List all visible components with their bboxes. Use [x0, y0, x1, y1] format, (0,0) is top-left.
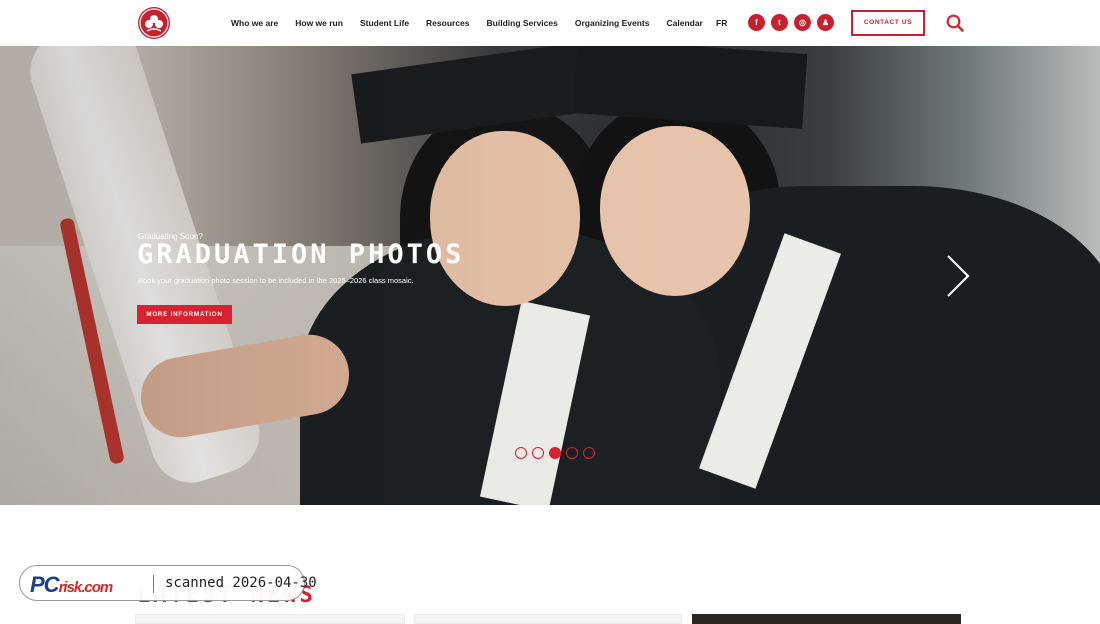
site-header: Who we are How we run Student Life Resou… — [0, 0, 1100, 46]
scan-watermark: PCrisk.com scanned 2026-04-30 — [19, 565, 317, 601]
slider-dot-1[interactable] — [515, 447, 527, 459]
twitter-icon[interactable]: t — [771, 14, 788, 31]
hero-slider: Graduating Soon? GRADUATION PHOTOS Book … — [0, 46, 1100, 505]
pcrisk-logo: PCrisk.com — [30, 572, 113, 597]
nav-item-student-life[interactable]: Student Life — [360, 18, 409, 30]
nav-item-resources[interactable]: Resources — [426, 18, 469, 30]
news-card-1[interactable] — [135, 614, 405, 624]
nav-item-organizing-events[interactable]: Organizing Events — [575, 18, 650, 30]
nav-item-how-we-run[interactable]: How we run — [295, 18, 343, 30]
slider-dot-4[interactable] — [566, 447, 578, 459]
language-switch[interactable]: FR — [716, 18, 727, 28]
news-card-3[interactable] — [692, 614, 961, 624]
facebook-icon[interactable]: f — [748, 14, 765, 31]
news-card-2[interactable] — [414, 614, 682, 624]
watermark-scan-date: scanned 2026-04-30 — [165, 575, 317, 591]
instagram-icon[interactable]: ◎ — [794, 14, 811, 31]
slider-dot-3[interactable] — [549, 447, 561, 459]
main-nav: Who we are How we run Student Life Resou… — [231, 18, 720, 30]
snapchat-icon[interactable]: ♟ — [817, 14, 834, 31]
slider-dot-2[interactable] — [532, 447, 544, 459]
search-icon[interactable] — [946, 14, 964, 32]
chevron-right-icon[interactable] — [944, 254, 972, 298]
watermark-divider — [153, 575, 154, 593]
logo-mark-icon — [139, 8, 169, 38]
slider-dot-5[interactable] — [583, 447, 595, 459]
slider-pagination — [515, 447, 595, 459]
more-information-button[interactable]: MORE INFORMATION — [137, 305, 232, 324]
contact-us-button[interactable]: CONTACT US — [851, 10, 925, 36]
hero-description: Book your graduation photo session to be… — [138, 276, 414, 285]
nav-item-calendar[interactable]: Calendar — [666, 18, 702, 30]
site-logo[interactable] — [138, 7, 170, 39]
nav-item-building-services[interactable]: Building Services — [487, 18, 558, 30]
hero-title: GRADUATION PHOTOS — [137, 239, 465, 270]
nav-item-who-we-are[interactable]: Who we are — [231, 18, 278, 30]
